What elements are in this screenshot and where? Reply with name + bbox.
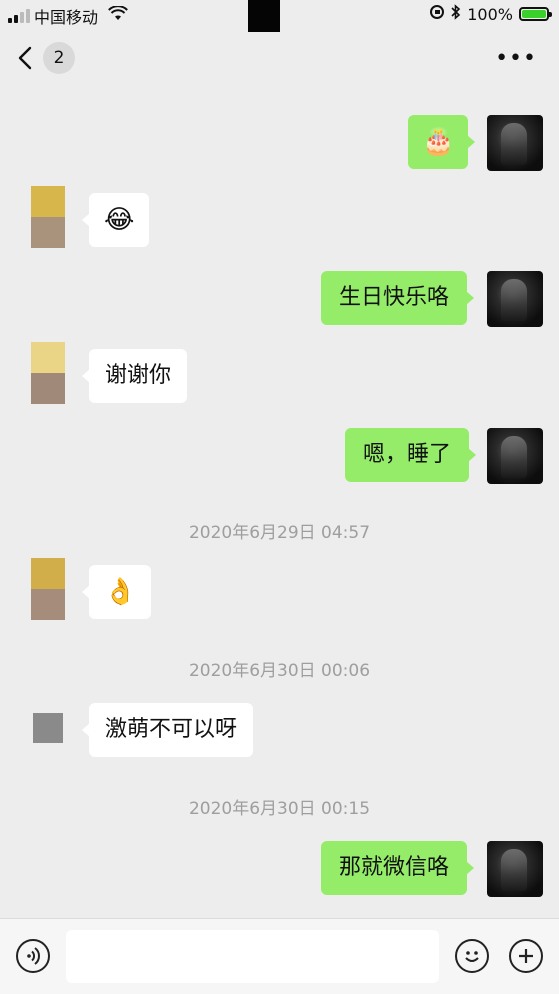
emoji-button[interactable] (455, 939, 489, 973)
timestamp: 2020年6月30日 00:06 (188, 661, 371, 681)
input-bar (0, 918, 559, 994)
camera-notch (248, 0, 280, 32)
my-avatar[interactable] (487, 428, 543, 484)
more-functions-button[interactable] (509, 939, 543, 973)
my-avatar[interactable] (487, 271, 543, 327)
more-icon[interactable]: ••• (495, 46, 537, 71)
battery-percent: 100% (467, 4, 513, 24)
bluetooth-icon (451, 4, 461, 24)
timestamp: 2020年6月30日 00:15 (188, 799, 371, 819)
message-bubble-incoming[interactable]: 👌 (81, 565, 152, 619)
back-button[interactable]: 2 (18, 40, 78, 76)
voice-icon (27, 947, 40, 965)
ok-hand-emoji: 👌 (104, 577, 137, 607)
unread-count-badge: 2 (43, 42, 75, 74)
wifi-icon (108, 5, 128, 27)
contact-avatar[interactable] (31, 186, 65, 248)
laughing-emoji: 😂 (104, 205, 135, 235)
back-chevron-icon (18, 46, 32, 70)
status-bar: 中国移动 100% (0, 0, 559, 32)
message-bubble-incoming[interactable]: 谢谢你 (81, 349, 188, 403)
contact-avatar[interactable] (33, 713, 63, 743)
message-bubble-outgoing[interactable]: 🎂 (408, 115, 476, 169)
cake-emoji: 🎂 (422, 127, 455, 157)
message-bubble-outgoing[interactable]: 嗯，睡了 (345, 428, 477, 482)
contact-avatar[interactable] (31, 342, 65, 404)
emoji-icon (465, 951, 479, 962)
battery-icon (519, 7, 552, 21)
signal-icon (8, 9, 32, 23)
message-bubble-outgoing[interactable]: 那就微信咯 (321, 841, 475, 895)
message-input[interactable] (66, 930, 439, 983)
orientation-lock-icon (429, 4, 445, 24)
voice-button[interactable] (16, 939, 50, 973)
timestamp: 2020年6月29日 04:57 (188, 523, 371, 543)
message-bubble-incoming[interactable]: 😂 (81, 193, 150, 247)
my-avatar[interactable] (487, 841, 543, 897)
chat-header: 2 ••• (0, 32, 559, 84)
carrier-name: 中国移动 (34, 8, 99, 27)
message-bubble-outgoing[interactable]: 生日快乐咯 (321, 271, 475, 325)
message-bubble-incoming[interactable]: 激萌不可以呀 (81, 703, 254, 757)
my-avatar[interactable] (487, 115, 543, 171)
plus-icon (519, 949, 533, 963)
contact-avatar[interactable] (31, 558, 65, 620)
